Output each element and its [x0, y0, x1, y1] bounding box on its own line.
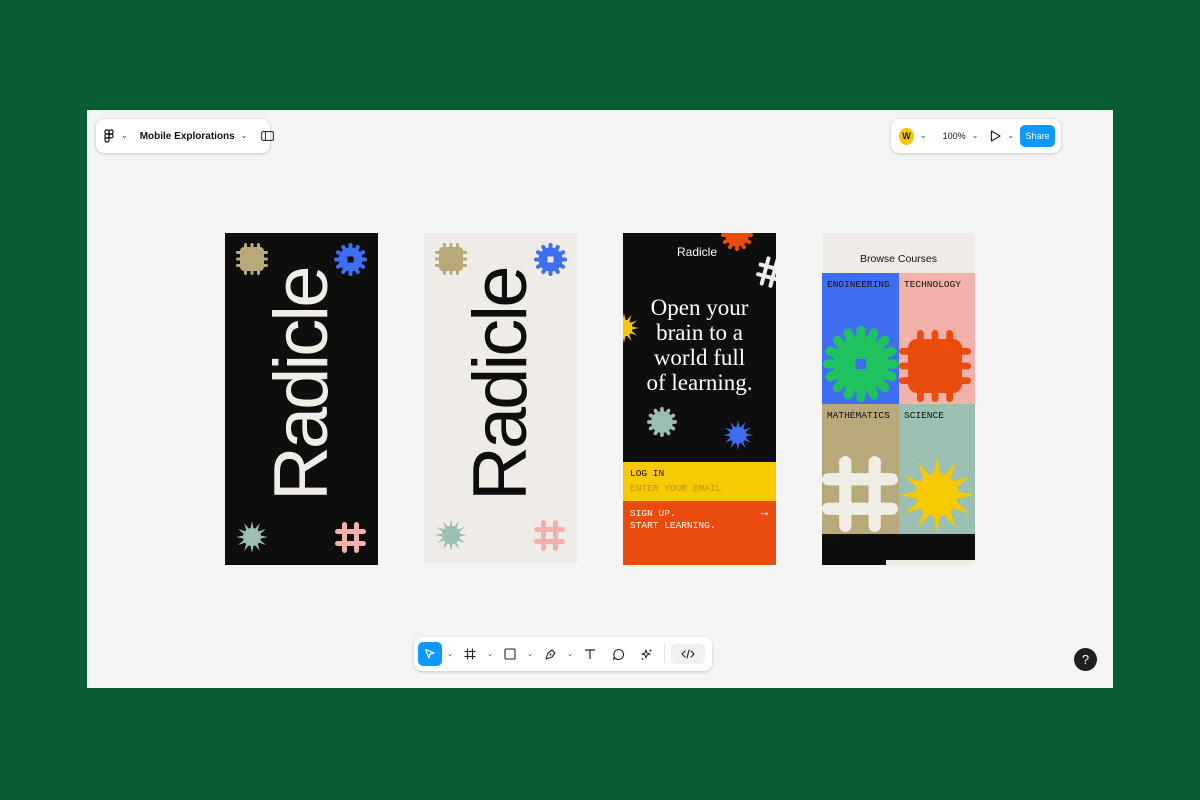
login-section[interactable]: LOG IN ENTER YOUR EMAIL — [623, 462, 776, 501]
frame-browse-courses[interactable]: Browse Courses ENGINEERING TECHNOLOGY MA… — [822, 233, 975, 565]
radicle-wordmark: Radicle — [259, 268, 344, 501]
frame-dark-logo[interactable]: Radicle — [225, 233, 378, 565]
signup-label-line2: START LEARNING. — [630, 520, 716, 531]
headline-line: world full — [653, 345, 746, 370]
headline-line: brain to a — [656, 320, 743, 345]
frame-tool-button[interactable] — [458, 642, 482, 666]
login-headline: Open your brain to a world full of learn… — [623, 295, 776, 395]
pen-tool-icon — [544, 648, 556, 660]
text-tool-icon — [585, 649, 595, 659]
arrow-right-icon: → — [758, 504, 771, 519]
move-tool-chevron-icon[interactable]: ⌄ — [446, 650, 454, 658]
radicle-logo: Radicle — [677, 245, 718, 259]
starburst-icon — [723, 420, 753, 450]
headline-line: of learning. — [646, 370, 753, 395]
rectangle-tool-icon — [504, 648, 516, 660]
file-name-chevron-icon[interactable]: ⌄ — [241, 132, 248, 140]
frame-tool-chevron-icon[interactable]: ⌄ — [486, 650, 494, 658]
move-tool-icon — [424, 648, 435, 659]
hash-icon — [534, 520, 565, 551]
zoom-chevron-icon[interactable]: ⌄ — [972, 132, 979, 140]
rectangle-tool-button[interactable] — [498, 642, 522, 666]
course-card-engineering[interactable]: ENGINEERING — [822, 273, 899, 404]
comment-tool-icon — [612, 648, 624, 660]
actions-tool-icon — [641, 649, 651, 660]
course-card-mathematics[interactable]: MATHEMATICS — [822, 404, 899, 534]
course-label: TECHNOLOGY — [904, 279, 962, 290]
actions-tool-button[interactable] — [634, 642, 658, 666]
view-controls-panel: W ⌄ 100% ⌄ ⌄ Share — [891, 119, 1061, 153]
starburst-icon — [899, 457, 975, 533]
dev-mode-toggle[interactable] — [671, 644, 705, 664]
frame-login[interactable]: Radicle Open your brain to a world full … — [623, 233, 776, 565]
gear-icon — [721, 233, 753, 251]
bottom-toolbar: ⌄ ⌄ ⌄ ⌄ — [414, 637, 712, 671]
hash-icon — [822, 456, 898, 532]
frame-tool-icon — [464, 648, 476, 660]
toolbar-divider — [664, 644, 665, 664]
course-card-technology[interactable]: TECHNOLOGY — [899, 273, 975, 404]
present-icon[interactable] — [990, 130, 1001, 142]
starburst-icon — [236, 521, 268, 553]
radicle-wordmark: Radicle — [458, 268, 543, 501]
avatar-chevron-icon[interactable]: ⌄ — [920, 132, 927, 140]
present-chevron-icon[interactable]: ⌄ — [1007, 132, 1014, 140]
rectangle-tool-chevron-icon[interactable]: ⌄ — [526, 650, 534, 658]
hash-icon — [756, 256, 776, 288]
bottom-bar-tab — [822, 560, 886, 565]
frame-light-logo[interactable]: Radicle — [424, 233, 577, 563]
figma-window: ⌄ Mobile Explorations ⌄ W ⌄ 100% ⌄ ⌄ Sha… — [87, 110, 1113, 688]
course-label: SCIENCE — [904, 410, 944, 421]
move-tool-button[interactable] — [418, 642, 442, 666]
help-button[interactable]: ? — [1074, 648, 1097, 671]
zoom-level[interactable]: 100% — [943, 131, 966, 141]
figma-menu-icon[interactable] — [104, 129, 115, 143]
file-menu-panel: ⌄ Mobile Explorations ⌄ — [96, 119, 275, 153]
bottom-bar — [822, 534, 975, 560]
user-avatar[interactable]: W — [899, 127, 914, 145]
course-label: ENGINEERING — [827, 279, 890, 290]
gear-icon — [823, 326, 899, 402]
email-field[interactable]: ENTER YOUR EMAIL — [630, 483, 721, 494]
chip-icon — [899, 330, 971, 402]
file-name[interactable]: Mobile Explorations — [140, 131, 235, 142]
comment-tool-button[interactable] — [606, 642, 630, 666]
course-label: MATHEMATICS — [827, 410, 890, 421]
signup-button[interactable]: SIGN UP. START LEARNING. → — [623, 501, 776, 565]
hash-icon — [335, 522, 366, 553]
signup-label-line1: SIGN UP. — [630, 508, 676, 519]
share-button[interactable]: Share — [1020, 125, 1055, 147]
sidebar-toggle-icon[interactable] — [261, 131, 275, 141]
login-label: LOG IN — [630, 468, 665, 479]
pen-tool-chevron-icon[interactable]: ⌄ — [566, 650, 574, 658]
text-tool-button[interactable] — [578, 642, 602, 666]
pen-tool-button[interactable] — [538, 642, 562, 666]
starburst-icon — [435, 519, 467, 551]
course-card-science[interactable]: SCIENCE — [899, 404, 975, 534]
browse-courses-title: Browse Courses — [859, 253, 938, 265]
headline-line: Open your — [650, 295, 749, 320]
main-menu-chevron-icon[interactable]: ⌄ — [121, 132, 128, 140]
gear-icon — [647, 407, 677, 437]
dev-mode-icon — [681, 649, 695, 659]
